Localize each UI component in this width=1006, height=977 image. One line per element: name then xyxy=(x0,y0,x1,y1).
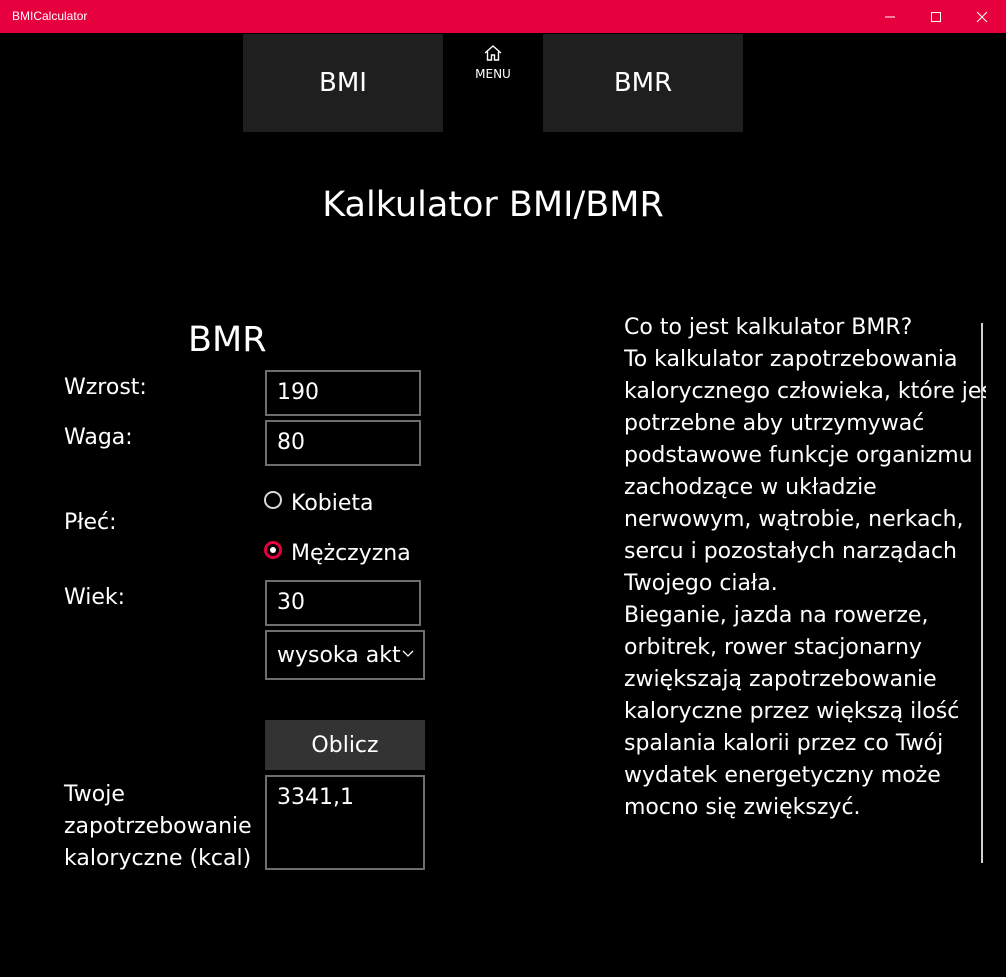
minimize-icon xyxy=(885,16,895,17)
title-bar: BMICalculator xyxy=(0,0,1006,33)
description-line: Co to jest kalkulator BMR? xyxy=(624,315,913,340)
chevron-down-icon xyxy=(402,650,414,657)
description-line: sercu i pozostałych narządach xyxy=(624,539,957,564)
calculate-label: Oblicz xyxy=(311,732,379,758)
description-line: wydatek energetyczny może xyxy=(624,763,941,788)
calculate-button[interactable]: Oblicz xyxy=(265,720,425,770)
description-line: Twojego ciała. xyxy=(624,571,778,596)
description-line: spalania kalorii przez co Twój xyxy=(624,731,944,756)
menu-button[interactable]: MENU xyxy=(463,44,523,94)
height-label: Wzrost: xyxy=(64,375,147,400)
app-title: BMICalculator xyxy=(12,9,88,23)
result-output: 3341,1 xyxy=(265,775,425,870)
description-line: orbitrek, rower stacjonarny xyxy=(624,635,922,660)
activity-selected: wysoka akt xyxy=(277,642,401,668)
description-scrollbar[interactable] xyxy=(981,323,983,863)
description-line: kalorycznego człowieka, które jest xyxy=(624,379,986,404)
minimize-button[interactable] xyxy=(867,0,913,33)
menu-label: MENU xyxy=(475,67,511,81)
maximize-icon xyxy=(931,11,941,22)
result-label: Twoje zapotrzebowanie kaloryczne (kcal) xyxy=(64,779,252,875)
close-button[interactable] xyxy=(959,0,1005,33)
weight-input[interactable]: 80 xyxy=(265,420,421,466)
description-line: kaloryczne przez większą ilość xyxy=(624,699,960,724)
section-title: BMR xyxy=(188,320,267,360)
description-line: nerwowym, wątrobie, nerkach, xyxy=(624,507,964,532)
result-label-line: zapotrzebowanie xyxy=(64,814,252,839)
result-label-line: kaloryczne (kcal) xyxy=(64,846,252,871)
activity-dropdown[interactable]: wysoka akt xyxy=(265,630,425,680)
radio-circle-female[interactable] xyxy=(264,490,282,509)
height-input[interactable]: 190 xyxy=(265,370,421,416)
radio-female[interactable]: Kobieta xyxy=(264,487,374,516)
bmi-nav-button[interactable]: BMI xyxy=(243,34,443,132)
description-line: potrzebne aby utrzymywać xyxy=(624,411,925,436)
age-input[interactable]: 30 xyxy=(265,580,421,626)
gender-label: Płeć: xyxy=(64,510,117,535)
page-title: Kalkulator BMI/BMR xyxy=(322,185,664,225)
description-line: mocno się zwiększyć. xyxy=(624,795,861,820)
bmr-description: Co to jest kalkulator BMR? To kalkulator… xyxy=(624,312,986,824)
age-label: Wiek: xyxy=(64,585,126,610)
bmi-nav-label: BMI xyxy=(319,68,367,98)
home-icon xyxy=(484,45,502,61)
bmr-nav-label: BMR xyxy=(613,68,673,98)
description-line: zachodzące w układzie xyxy=(624,475,877,500)
description-line: Bieganie, jazda na rowerze, xyxy=(624,603,929,628)
radio-male-label: Mężczyzna xyxy=(291,541,411,566)
bmr-nav-button[interactable]: BMR xyxy=(543,34,743,132)
description-line: podstawowe funkcje organizmu xyxy=(624,443,973,468)
description-line: zwiększają zapotrzebowanie xyxy=(624,667,937,692)
radio-female-label: Kobieta xyxy=(291,491,374,516)
description-line: To kalkulator zapotrzebowania xyxy=(624,347,958,372)
weight-label: Waga: xyxy=(64,425,133,450)
maximize-button[interactable] xyxy=(913,0,959,33)
close-icon xyxy=(976,11,988,22)
result-label-line: Twoje xyxy=(64,782,125,807)
radio-circle-male[interactable] xyxy=(264,540,282,559)
radio-male[interactable]: Mężczyzna xyxy=(264,537,411,566)
